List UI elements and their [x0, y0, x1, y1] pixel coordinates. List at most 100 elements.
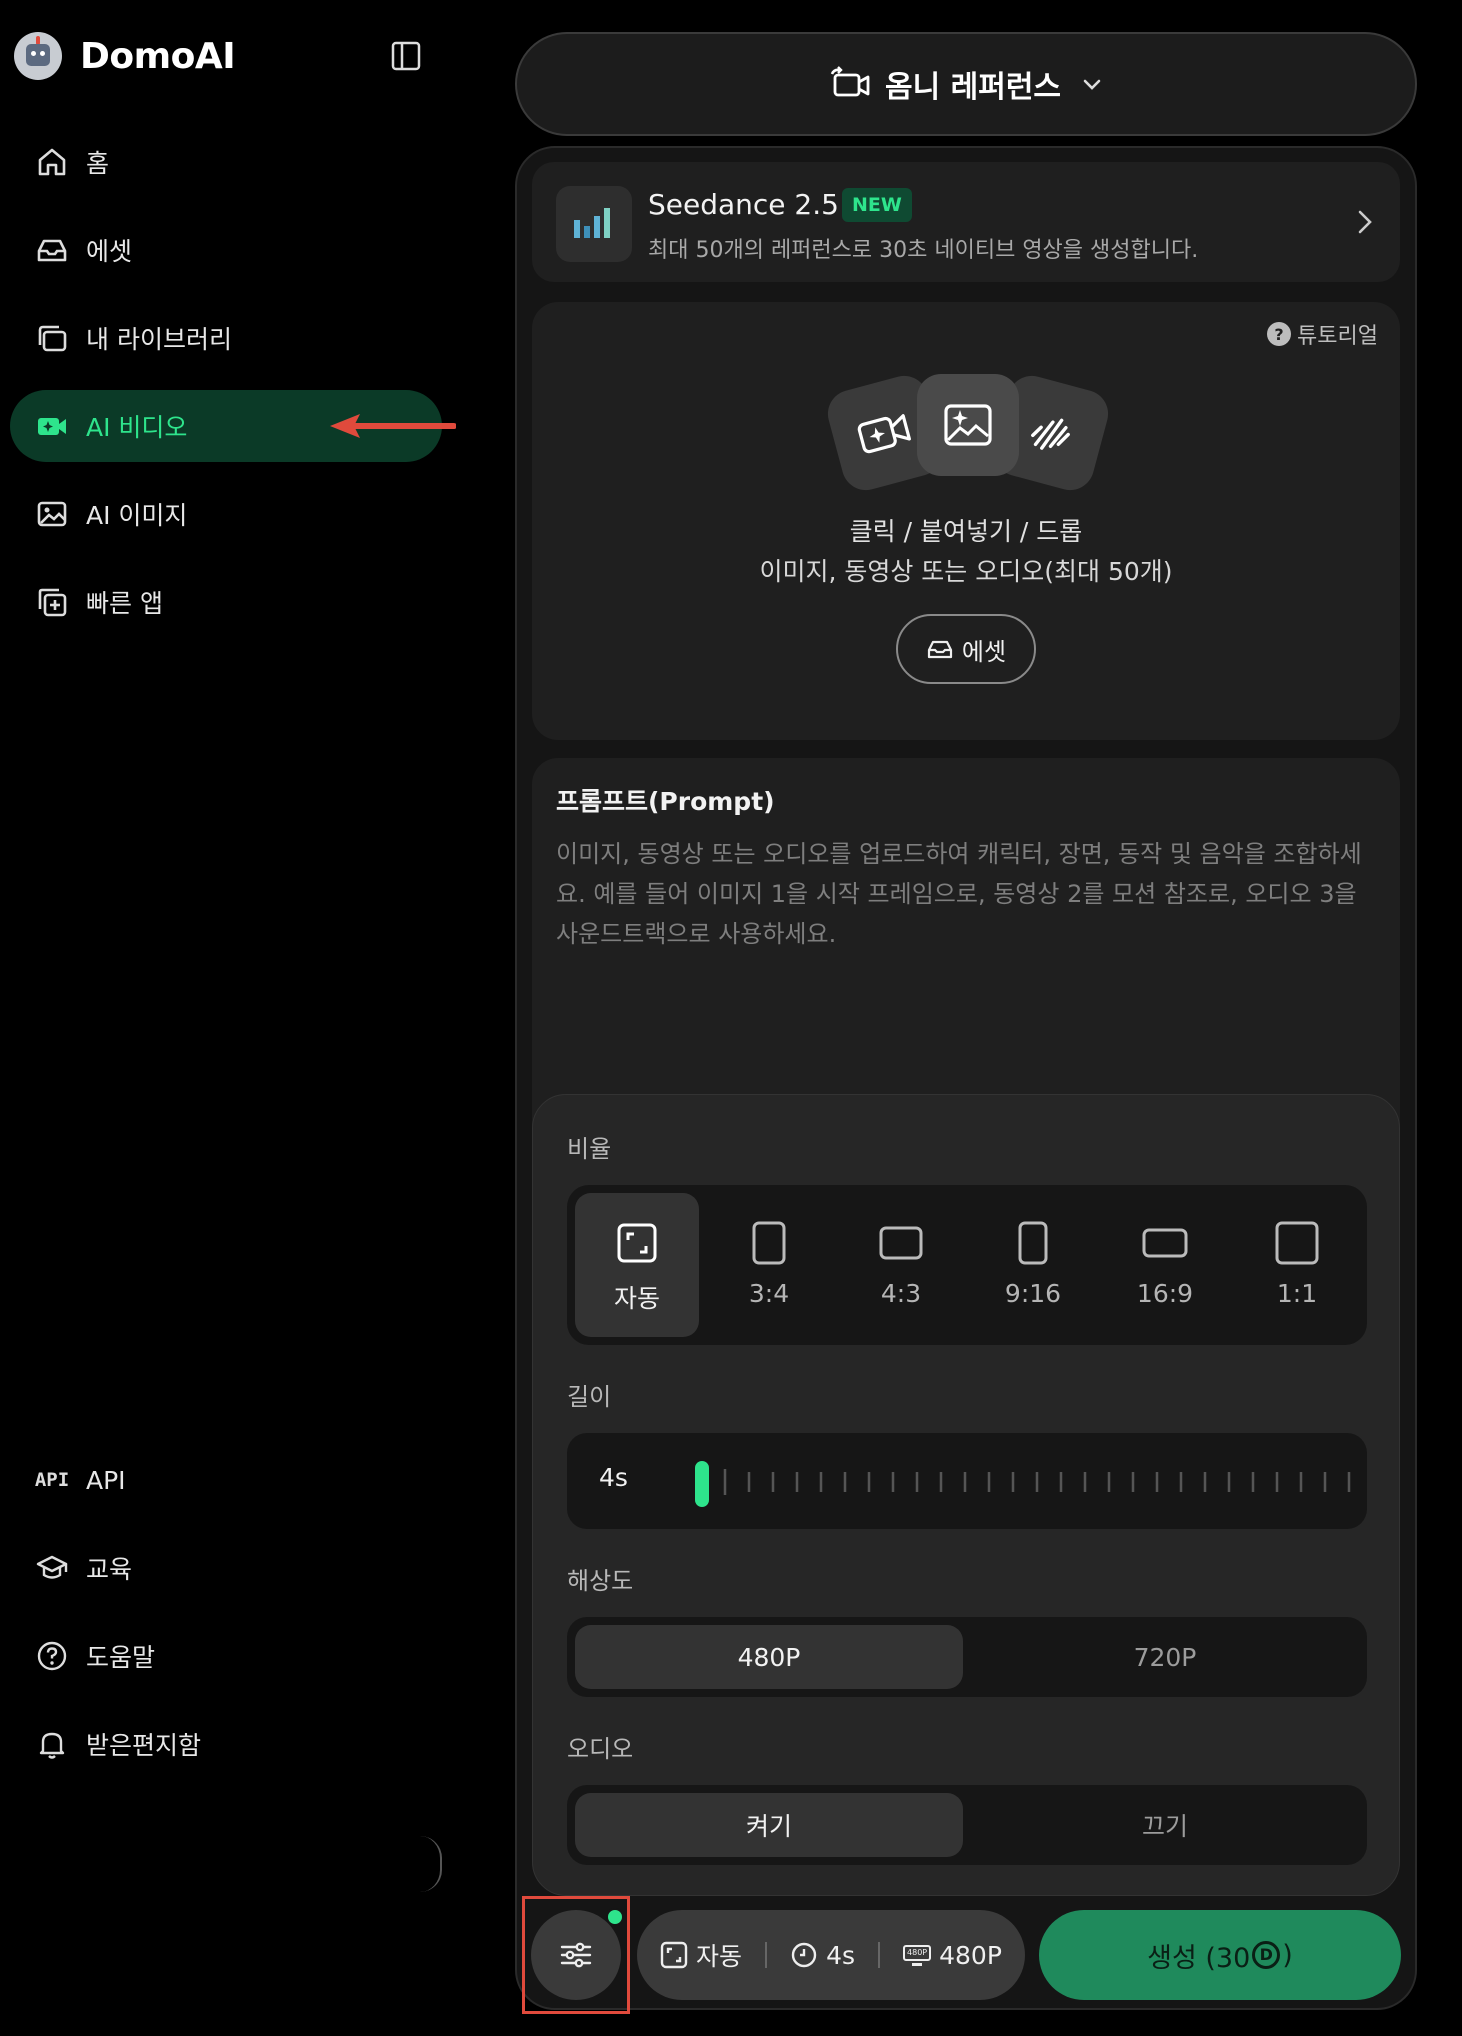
upload-instructions: 클릭 / 붙여넣기 / 드롭: [849, 517, 1083, 546]
divider: [878, 1942, 881, 1968]
tutorial-link[interactable]: ? 튜토리얼: [1267, 318, 1378, 350]
prompt-input[interactable]: 이미지, 동영상 또는 오디오를 업로드하여 캐릭터, 장면, 동작 및 음악을…: [556, 834, 1380, 954]
sidebar-item-assets[interactable]: 에셋: [10, 214, 442, 286]
sidebar-item-inbox[interactable]: 받은편지함: [10, 1708, 442, 1780]
generate-button[interactable]: 생성 (30 D ): [1039, 1910, 1401, 2000]
audio-option-off[interactable]: 끄기: [971, 1793, 1359, 1857]
generate-label-end: ): [1282, 1939, 1293, 1971]
sidebar-toggle-icon[interactable]: [390, 40, 422, 72]
new-badge: NEW: [842, 188, 912, 222]
question-icon: ?: [1267, 322, 1292, 346]
mode-label: 옴니 레퍼런스: [884, 70, 1062, 105]
sidebar-item-label: 교육: [86, 1555, 133, 1584]
ratio-option-3-4[interactable]: 3:4: [707, 1193, 831, 1337]
mode-selector[interactable]: 옴니 레퍼런스: [515, 32, 1417, 136]
ratio-option-9-16[interactable]: 9:16: [971, 1193, 1095, 1337]
upload-dropzone[interactable]: ? 튜토리얼 클릭 / 붙여넣기 / 드롭 이미지, 동영상 또는 오디오(최대…: [532, 302, 1400, 740]
sidebar-item-label: 에셋: [86, 237, 133, 266]
length-slider-handle[interactable]: [695, 1461, 709, 1507]
assets-button[interactable]: 에셋: [896, 614, 1036, 684]
auto-ratio-icon: [660, 1941, 688, 1969]
ratio-16-9-icon: [1142, 1221, 1188, 1265]
chevron-down-icon: [1081, 73, 1103, 95]
sidebar-item-label: API: [86, 1465, 126, 1495]
sidebar-item-label: AI 이미지: [86, 501, 188, 530]
sidebar-item-api[interactable]: API API: [10, 1444, 442, 1516]
api-icon: API: [34, 1469, 70, 1491]
resolution-label: 해상도: [567, 1567, 634, 1595]
sidebar-item-label: 받은편지함: [86, 1731, 202, 1760]
length-ticks: [723, 1469, 1351, 1495]
clock-icon: [791, 1942, 817, 1968]
annotation-highlight-box: [522, 1896, 630, 2014]
resolution-option-720p[interactable]: 720P: [971, 1625, 1359, 1689]
divider: [765, 1942, 768, 1968]
credit-coin-icon: D: [1252, 1941, 1281, 1969]
chevron-right-icon: [1354, 208, 1376, 236]
sidebar-item-education[interactable]: 교육: [10, 1532, 442, 1604]
upload-media-icons: [822, 368, 1114, 496]
sidebar: DomoAI 홈 에셋 내 라이브러리 AI 비디오 AI 이미지 빠른 앱 A…: [0, 0, 470, 2036]
video-reference-icon: [829, 66, 871, 102]
bottom-bar: 자동 4s 480P 480P 생성 (30 D ): [517, 1896, 1415, 2006]
sidebar-item-label: 도움말: [86, 1643, 156, 1672]
sidebar-item-help[interactable]: 도움말: [10, 1620, 442, 1692]
sidebar-item-ai-image[interactable]: AI 이미지: [10, 478, 442, 550]
ratio-option-4-3[interactable]: 4:3: [839, 1193, 963, 1337]
model-description: 최대 50개의 레퍼런스로 30초 네이티브 영상을 생성합니다.: [648, 238, 1199, 263]
resolution-option-480p[interactable]: 480P: [575, 1625, 963, 1689]
model-bars-icon: [556, 186, 632, 262]
sidebar-item-label: 홈: [86, 149, 110, 178]
ratio-option-16-9[interactable]: 16:9: [1103, 1193, 1227, 1337]
divider-arc: [420, 1836, 442, 1892]
home-icon: [32, 142, 72, 182]
brand[interactable]: DomoAI: [14, 30, 236, 82]
generate-label: 생성 (30: [1147, 1942, 1251, 1974]
tutorial-label: 튜토리얼: [1297, 324, 1378, 349]
image-icon: [32, 494, 72, 534]
assets-button-label: 에셋: [961, 637, 1007, 666]
sidebar-item-label: AI 비디오: [86, 413, 188, 442]
summary-resolution-label: 480P: [939, 1940, 1002, 1970]
ratio-option-label: 4:3: [880, 1279, 922, 1308]
ratio-option-auto[interactable]: 자동: [575, 1193, 699, 1337]
prompt-title: 프롬프트(Prompt): [556, 787, 775, 816]
audio-option-on[interactable]: 켜기: [575, 1793, 963, 1857]
model-name: Seedance 2.5: [648, 188, 839, 221]
sidebar-item-home[interactable]: 홈: [10, 126, 442, 198]
logo-icon: [14, 32, 62, 80]
upload-limits: 이미지, 동영상 또는 오디오(최대 50개): [759, 557, 1173, 586]
ratio-option-label: 3:4: [748, 1279, 790, 1308]
settings-summary[interactable]: 자동 4s 480P 480P: [637, 1910, 1025, 2000]
settings-popover: 비율 자동 3:4 4:3 9:16 16:9 1:1 길이 4s 해상도 48…: [532, 1094, 1400, 1896]
summary-ratio-label: 자동: [696, 1942, 743, 1971]
ratio-1-1-icon: [1275, 1221, 1319, 1265]
sidebar-item-library[interactable]: 내 라이브러리: [10, 302, 442, 374]
monitor-icon: 480P: [903, 1944, 932, 1966]
inbox-tray-icon: [927, 640, 953, 659]
ratio-option-1-1[interactable]: 1:1: [1235, 1193, 1359, 1337]
graduation-cap-icon: [32, 1548, 72, 1588]
length-slider[interactable]: 4s: [567, 1433, 1367, 1529]
ratio-option-label: 자동: [613, 1284, 660, 1313]
ratio-4-3-icon: [879, 1221, 923, 1265]
model-selector[interactable]: Seedance 2.5 NEW 최대 50개의 레퍼런스로 30초 네이티브 …: [532, 162, 1400, 282]
summary-ratio: 자동: [660, 1937, 742, 1973]
summary-length: 4s: [790, 1941, 855, 1970]
summary-resolution: 480P 480P: [903, 1941, 1002, 1970]
ratio-option-label: 1:1: [1276, 1279, 1318, 1308]
sidebar-item-quick-apps[interactable]: 빠른 앱: [10, 566, 442, 638]
ratio-option-label: 16:9: [1136, 1279, 1194, 1308]
video-camera-icon: [32, 406, 72, 446]
ratio-option-label: 9:16: [1004, 1279, 1062, 1308]
ratio-3-4-icon: [752, 1221, 786, 1265]
summary-length-label: 4s: [826, 1940, 855, 1970]
ratio-label: 비율: [567, 1135, 612, 1163]
audio-label: 오디오: [567, 1735, 634, 1763]
length-label: 길이: [567, 1383, 612, 1411]
length-value: 4s: [599, 1463, 628, 1492]
audio-selector: 켜기 끄기: [567, 1785, 1367, 1865]
sidebar-item-label: 내 라이브러리: [86, 325, 232, 354]
inbox-tray-icon: [32, 230, 72, 270]
sidebar-item-label: 빠른 앱: [86, 589, 163, 618]
